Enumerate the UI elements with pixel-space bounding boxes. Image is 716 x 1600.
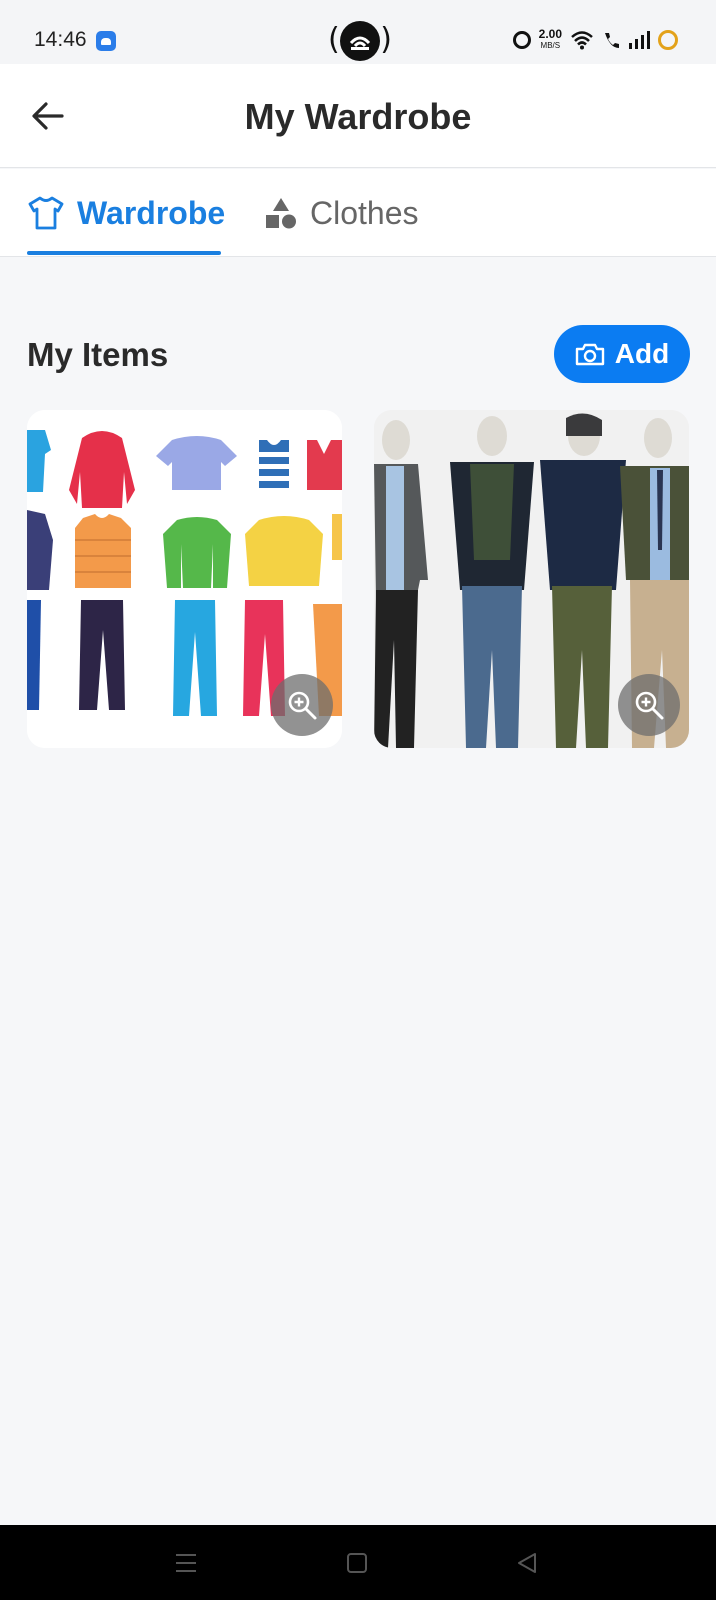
zoom-button[interactable]	[618, 674, 680, 736]
menu-icon	[176, 1554, 196, 1572]
tab-clothes[interactable]: Clothes	[264, 169, 419, 257]
add-button-label: Add	[614, 338, 670, 369]
page-title: My Wardrobe	[244, 96, 472, 137]
shapes-icon	[266, 198, 296, 229]
status-time: 14:46	[34, 28, 87, 51]
zoom-in-icon	[635, 691, 664, 720]
home-button[interactable]	[339, 1545, 375, 1581]
battery-ring-icon	[658, 30, 678, 50]
app-notification-icon	[96, 31, 116, 51]
back-nav-button[interactable]	[509, 1545, 545, 1581]
hotspot-indicator-icon: ( )	[328, 20, 392, 64]
net-speed-value: 2.00	[538, 27, 562, 41]
items-grid	[27, 410, 689, 748]
status-icons: 2.00 MB/S	[512, 26, 678, 54]
net-speed: 2.00 MB/S	[538, 27, 562, 51]
tab-active-indicator	[27, 251, 221, 255]
net-speed-unit: MB/S	[540, 41, 561, 50]
tab-wardrobe[interactable]: Wardrobe	[27, 169, 225, 257]
home-square-icon	[347, 1553, 367, 1573]
wifi-call-icon	[602, 30, 620, 50]
alarm-icon	[512, 31, 531, 49]
signal-icon	[628, 30, 650, 50]
tab-bar: Wardrobe Clothes	[0, 169, 716, 257]
wifi-icon	[570, 30, 594, 50]
tshirt-icon	[28, 196, 64, 230]
recent-apps-button[interactable]	[168, 1545, 204, 1581]
zoom-button[interactable]	[271, 674, 333, 736]
add-button[interactable]: Add	[554, 325, 690, 383]
status-bar: 14:46 ( ) 2.00 MB/S	[0, 0, 716, 64]
system-nav-bar	[0, 1525, 716, 1600]
item-card-clothes-illustration[interactable]	[27, 410, 342, 748]
back-triangle-icon	[518, 1553, 536, 1573]
tab-clothes-label: Clothes	[310, 194, 419, 231]
camera-icon	[575, 343, 604, 366]
tab-wardrobe-label: Wardrobe	[77, 194, 226, 231]
zoom-in-icon	[288, 691, 317, 720]
section-title: My Items	[27, 336, 169, 373]
app-header: My Wardrobe	[0, 64, 716, 168]
item-card-mannequins-photo[interactable]	[374, 410, 689, 748]
